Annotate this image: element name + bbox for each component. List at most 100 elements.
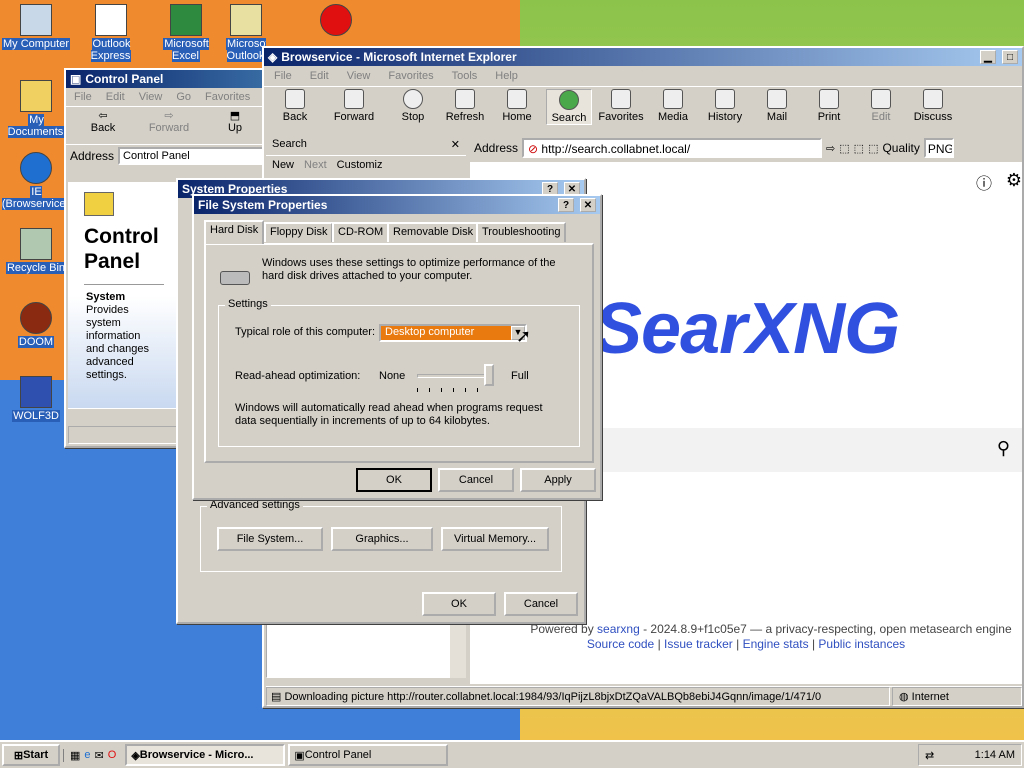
outlook-express-icon[interactable]: ✉ xyxy=(95,749,104,762)
engine-stats-link[interactable]: Engine stats xyxy=(743,637,809,651)
history-button[interactable]: History xyxy=(702,89,748,123)
quality-select[interactable]: PNG xyxy=(923,138,954,158)
graphics-button[interactable]: Graphics... xyxy=(331,527,433,551)
menu-favorites[interactable]: Favorites xyxy=(388,70,433,82)
tab-troubleshooting[interactable]: Troubleshooting xyxy=(476,222,567,242)
system-tray: ⇄ 1:14 AM xyxy=(918,744,1022,766)
menu-go[interactable]: Go xyxy=(176,91,191,103)
edit-button[interactable]: Edit xyxy=(858,89,904,123)
public-instances-link[interactable]: Public instances xyxy=(818,637,905,651)
desktop-icon-opera[interactable] xyxy=(300,4,372,38)
opera-icon[interactable]: O xyxy=(108,749,117,762)
mail-button[interactable]: Mail xyxy=(754,89,800,123)
favorites-button[interactable]: Favorites xyxy=(598,89,644,123)
footer-searxng-link[interactable]: searxng xyxy=(597,622,640,636)
desktop-icon-outlook[interactable]: Microsoft Outlook xyxy=(226,4,266,62)
task-browservice[interactable]: ◈ Browservice - Micro... xyxy=(125,744,286,766)
close-icon[interactable]: ✕ xyxy=(451,138,460,153)
file-system-button[interactable]: File System... xyxy=(217,527,323,551)
menu-edit[interactable]: Edit xyxy=(106,91,125,103)
url-text: http://search.collabnet.local/ xyxy=(541,142,691,156)
readahead-slider-thumb[interactable] xyxy=(484,364,494,386)
refresh-button[interactable]: Refresh xyxy=(442,89,488,123)
ie-icon[interactable]: e xyxy=(84,749,90,762)
desktop-icon-my-computer[interactable]: My Computer xyxy=(0,4,72,50)
menu-tools[interactable]: Tools xyxy=(452,70,478,82)
menu-file[interactable]: File xyxy=(274,70,292,82)
menu-help[interactable]: Help xyxy=(495,70,518,82)
ie-statusbar: ▤ Downloading picture http://router.coll… xyxy=(266,686,1022,706)
ie-window-icon: ◈ xyxy=(268,50,278,64)
go-arrow-icon[interactable]: ⇨ xyxy=(826,142,835,155)
search-input[interactable]: ⚲ xyxy=(594,428,1022,472)
tab-hard-disk[interactable]: Hard Disk xyxy=(204,220,265,244)
stop-button[interactable]: Stop xyxy=(390,89,436,123)
maximize-button[interactable]: □ xyxy=(1002,50,1018,64)
search-button[interactable]: Search xyxy=(546,89,592,125)
discuss-button[interactable]: Discuss xyxy=(910,89,956,123)
search-new-button[interactable]: New xyxy=(272,159,294,173)
up-folder-icon: ⬒ xyxy=(229,110,241,122)
cancel-button[interactable]: Cancel xyxy=(504,592,578,616)
heading-line2: Panel xyxy=(84,250,141,273)
address-input[interactable]: Control Panel xyxy=(118,147,268,165)
info-icon[interactable]: ⓘ xyxy=(976,170,992,194)
menu-favorites[interactable]: Favorites xyxy=(205,91,250,103)
find-icon[interactable]: ⬚ xyxy=(854,142,864,155)
apply-button[interactable]: Apply xyxy=(520,468,596,492)
desktop-icon-wolf3d[interactable]: WOLF3D xyxy=(0,376,72,422)
cancel-button[interactable]: Cancel xyxy=(438,468,514,492)
back-label: Back xyxy=(282,111,308,123)
bookmark-icon[interactable]: ⬚ xyxy=(839,142,849,155)
media-button[interactable]: Media xyxy=(650,89,696,123)
clock[interactable]: 1:14 AM xyxy=(975,749,1015,761)
horizontal-scrollbar[interactable] xyxy=(68,408,176,424)
desktop-icon-outlook-express[interactable]: Outlook Express xyxy=(75,4,147,62)
source-code-link[interactable]: Source code xyxy=(587,637,654,651)
close-button[interactable]: ✕ xyxy=(580,198,596,212)
forward-button[interactable]: Forward xyxy=(324,89,384,123)
menu-file[interactable]: File xyxy=(74,91,92,103)
search-next-button[interactable]: Next xyxy=(304,159,327,173)
virtual-memory-button[interactable]: Virtual Memory... xyxy=(441,527,549,551)
status-zone: Internet xyxy=(911,691,949,703)
desktop-icon-ie[interactable]: IE (Browservice) xyxy=(0,152,72,210)
issue-tracker-link[interactable]: Issue tracker xyxy=(664,637,733,651)
start-button[interactable]: ⊞ Start xyxy=(2,744,60,766)
back-button[interactable]: ⇦ Back xyxy=(80,109,126,142)
help-button[interactable]: ? xyxy=(558,198,574,212)
address-input[interactable]: ⊘ http://search.collabnet.local/ xyxy=(522,138,823,158)
network-icon[interactable]: ⇄ xyxy=(925,749,934,762)
desktop-icon-excel[interactable]: Microsoft Excel xyxy=(150,4,222,62)
desktop-icon-doom[interactable]: DOOM xyxy=(0,302,72,348)
forward-button[interactable]: ⇨ Forward xyxy=(146,109,192,142)
print-button[interactable]: Print xyxy=(806,89,852,123)
ie-titlebar[interactable]: ◈ Browservice - Microsoft Internet Explo… xyxy=(264,48,1022,66)
desktop-icon-my-documents[interactable]: My Documents xyxy=(0,80,72,138)
desktop-icon-recycle-bin[interactable]: Recycle Bin xyxy=(0,228,72,274)
search-label: Search xyxy=(551,112,587,124)
back-label: Back xyxy=(90,122,116,134)
menu-edit[interactable]: Edit xyxy=(310,70,329,82)
tab-removable-disk[interactable]: Removable Disk xyxy=(387,222,480,242)
file-system-properties-titlebar[interactable]: File System Properties ? ✕ xyxy=(194,196,600,214)
clipboard-icon[interactable]: ⬚ xyxy=(868,142,878,155)
settings-gear-icon[interactable]: ⚙ xyxy=(1006,170,1022,191)
up-button[interactable]: ⬒ Up xyxy=(212,109,258,142)
desktop-icon[interactable]: ▦ xyxy=(70,749,80,762)
back-button[interactable]: Back xyxy=(272,89,318,123)
tab-cd-rom[interactable]: CD-ROM xyxy=(332,222,390,242)
control-panel-titlebar[interactable]: ▣ Control Panel xyxy=(66,70,272,88)
menu-view[interactable]: View xyxy=(139,91,163,103)
search-icon[interactable]: ⚲ xyxy=(997,438,1010,459)
search-customize-button[interactable]: Customiz xyxy=(337,159,383,173)
role-select[interactable]: Desktop computer ▼ xyxy=(379,324,527,342)
ok-button[interactable]: OK xyxy=(422,592,496,616)
home-button[interactable]: Home xyxy=(494,89,540,123)
tab-floppy-disk[interactable]: Floppy Disk xyxy=(264,222,334,242)
minimize-button[interactable]: ▁ xyxy=(980,50,996,64)
menu-view[interactable]: View xyxy=(347,70,371,82)
task-control-panel[interactable]: ▣ Control Panel xyxy=(288,744,449,766)
ok-button[interactable]: OK xyxy=(356,468,432,492)
readahead-slider-track[interactable] xyxy=(417,374,489,378)
